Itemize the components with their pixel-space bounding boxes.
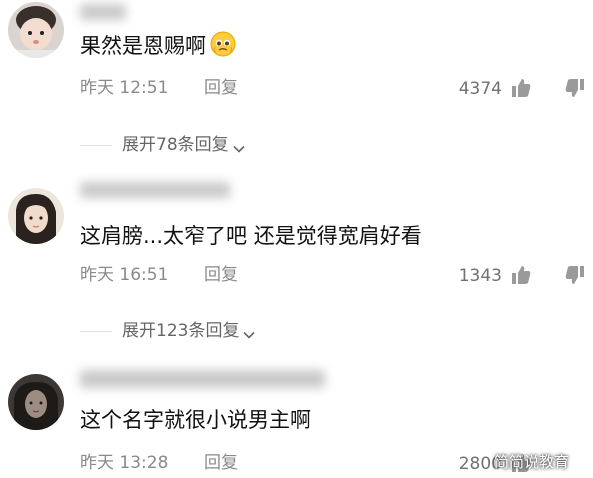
comment-item: 这个名字就很小说男主啊 昨天 13:28 回复 2800 简简说教育: [0, 350, 593, 478]
thumbs-up-icon[interactable]: [510, 77, 532, 99]
comment-time: 昨天 13:28: [80, 453, 169, 473]
expand-replies-label: 展开78条回复: [122, 135, 229, 155]
expand-divider: [80, 331, 112, 332]
thumbs-down-icon[interactable]: [564, 77, 586, 99]
expand-replies-button[interactable]: 展开123条回复: [122, 320, 256, 342]
comment-time: 昨天 16:51: [80, 265, 169, 285]
like-count: 2800: [458, 454, 502, 474]
like-count: 1343: [458, 266, 502, 286]
comment-item: 这肩膀...太窄了吧 还是觉得宽肩好看 昨天 16:51 回复 1343 展开1…: [0, 170, 593, 350]
comment-text: 这肩膀...太窄了吧 还是觉得宽肩好看: [80, 224, 422, 248]
comment-item: 果然是恩赐啊 昨天 12:51 回复 4374 展开78条回复: [0, 0, 593, 170]
comment-text: 这个名字就很小说男主啊: [80, 408, 311, 432]
avatar[interactable]: [8, 374, 64, 430]
avatar[interactable]: [8, 188, 64, 244]
pleading-face-emoji-icon: [210, 31, 236, 57]
comment-time: 昨天 12:51: [80, 78, 169, 98]
avatar[interactable]: [8, 2, 64, 58]
chevron-down-icon: [233, 139, 245, 153]
expand-divider: [80, 145, 112, 146]
expand-replies-label: 展开123条回复: [122, 321, 240, 341]
username-blurred[interactable]: [80, 4, 126, 20]
comment-text: 果然是恩赐啊: [80, 31, 236, 59]
username-blurred[interactable]: [80, 370, 325, 388]
thumbs-down-icon[interactable]: [564, 264, 586, 286]
watermark: 简简说教育: [494, 453, 570, 471]
reply-button[interactable]: 回复: [204, 264, 238, 286]
comment-text-label: 果然是恩赐啊: [80, 34, 206, 58]
reply-button[interactable]: 回复: [204, 452, 238, 474]
thumbs-up-icon[interactable]: [510, 264, 532, 286]
username-blurred[interactable]: [80, 182, 230, 198]
reply-button[interactable]: 回复: [204, 77, 238, 99]
expand-replies-button[interactable]: 展开78条回复: [122, 134, 245, 156]
chevron-down-icon: [243, 325, 256, 339]
like-count: 4374: [458, 79, 502, 99]
